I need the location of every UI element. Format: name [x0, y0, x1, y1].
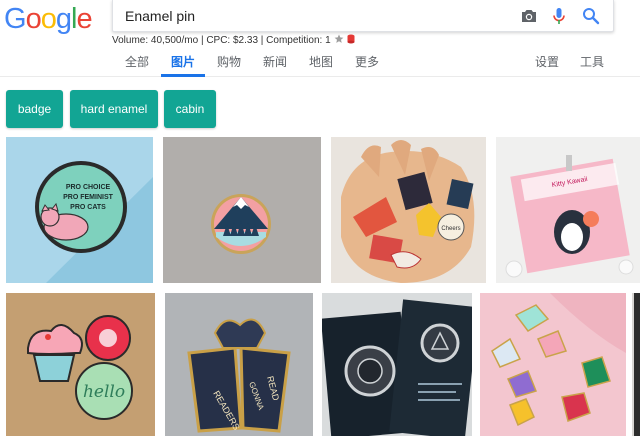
- chip-badge[interactable]: badge: [6, 90, 63, 128]
- image-result-cupcake-pins[interactable]: hello: [6, 293, 155, 436]
- tab-settings[interactable]: 设置: [535, 53, 559, 70]
- search-icon[interactable]: [581, 6, 601, 26]
- logo-letter: o: [40, 3, 57, 35]
- tab-maps[interactable]: 地图: [309, 53, 333, 70]
- image-result-book-pin[interactable]: READERS GONNA READ: [165, 293, 313, 436]
- active-tab-indicator: [161, 74, 205, 77]
- tab-more[interactable]: 更多: [355, 53, 379, 70]
- image-result-cat-pin[interactable]: PRO CHOICE PRO FEMINIST PRO CATS: [6, 137, 153, 283]
- image-result-hand-pins[interactable]: Cheers: [331, 137, 486, 283]
- logo-letter: g: [55, 3, 72, 35]
- logo-letter: G: [4, 3, 27, 35]
- hello-pin-text: hello: [83, 382, 125, 402]
- cat-pin-line: PRO CATS: [70, 204, 106, 211]
- cat-pin-line: PRO CHOICE: [66, 184, 111, 191]
- tab-images[interactable]: 图片: [171, 53, 195, 70]
- logo-letter: o: [25, 3, 42, 35]
- tab-news[interactable]: 新闻: [263, 53, 287, 70]
- chip-hard-enamel[interactable]: hard enamel: [70, 90, 158, 128]
- search-tabs: 全部 图片 购物 新闻 地图 更多 设置 工具: [0, 44, 640, 77]
- image-result-kitty-card[interactable]: Kitty Kawaii: [496, 137, 640, 283]
- search-input[interactable]: [125, 6, 505, 26]
- image-result-black-pins[interactable]: [322, 293, 472, 436]
- chip-cabin[interactable]: cabin: [164, 90, 216, 128]
- image-result-mountain-pin[interactable]: [163, 137, 321, 283]
- search-box: [112, 0, 614, 32]
- image-result-gem-pins[interactable]: [480, 293, 626, 436]
- tab-shopping[interactable]: 购物: [217, 53, 241, 70]
- camera-icon[interactable]: [519, 6, 539, 26]
- logo-letter: e: [76, 3, 92, 35]
- image-result-partial[interactable]: [632, 293, 640, 436]
- microphone-icon[interactable]: [549, 6, 569, 26]
- cheers-pin-text: Cheers: [441, 226, 460, 232]
- cat-pin-line: PRO FEMINIST: [63, 194, 114, 201]
- tab-tools[interactable]: 工具: [580, 53, 604, 70]
- tab-all[interactable]: 全部: [125, 53, 149, 70]
- google-logo[interactable]: Google: [4, 2, 100, 36]
